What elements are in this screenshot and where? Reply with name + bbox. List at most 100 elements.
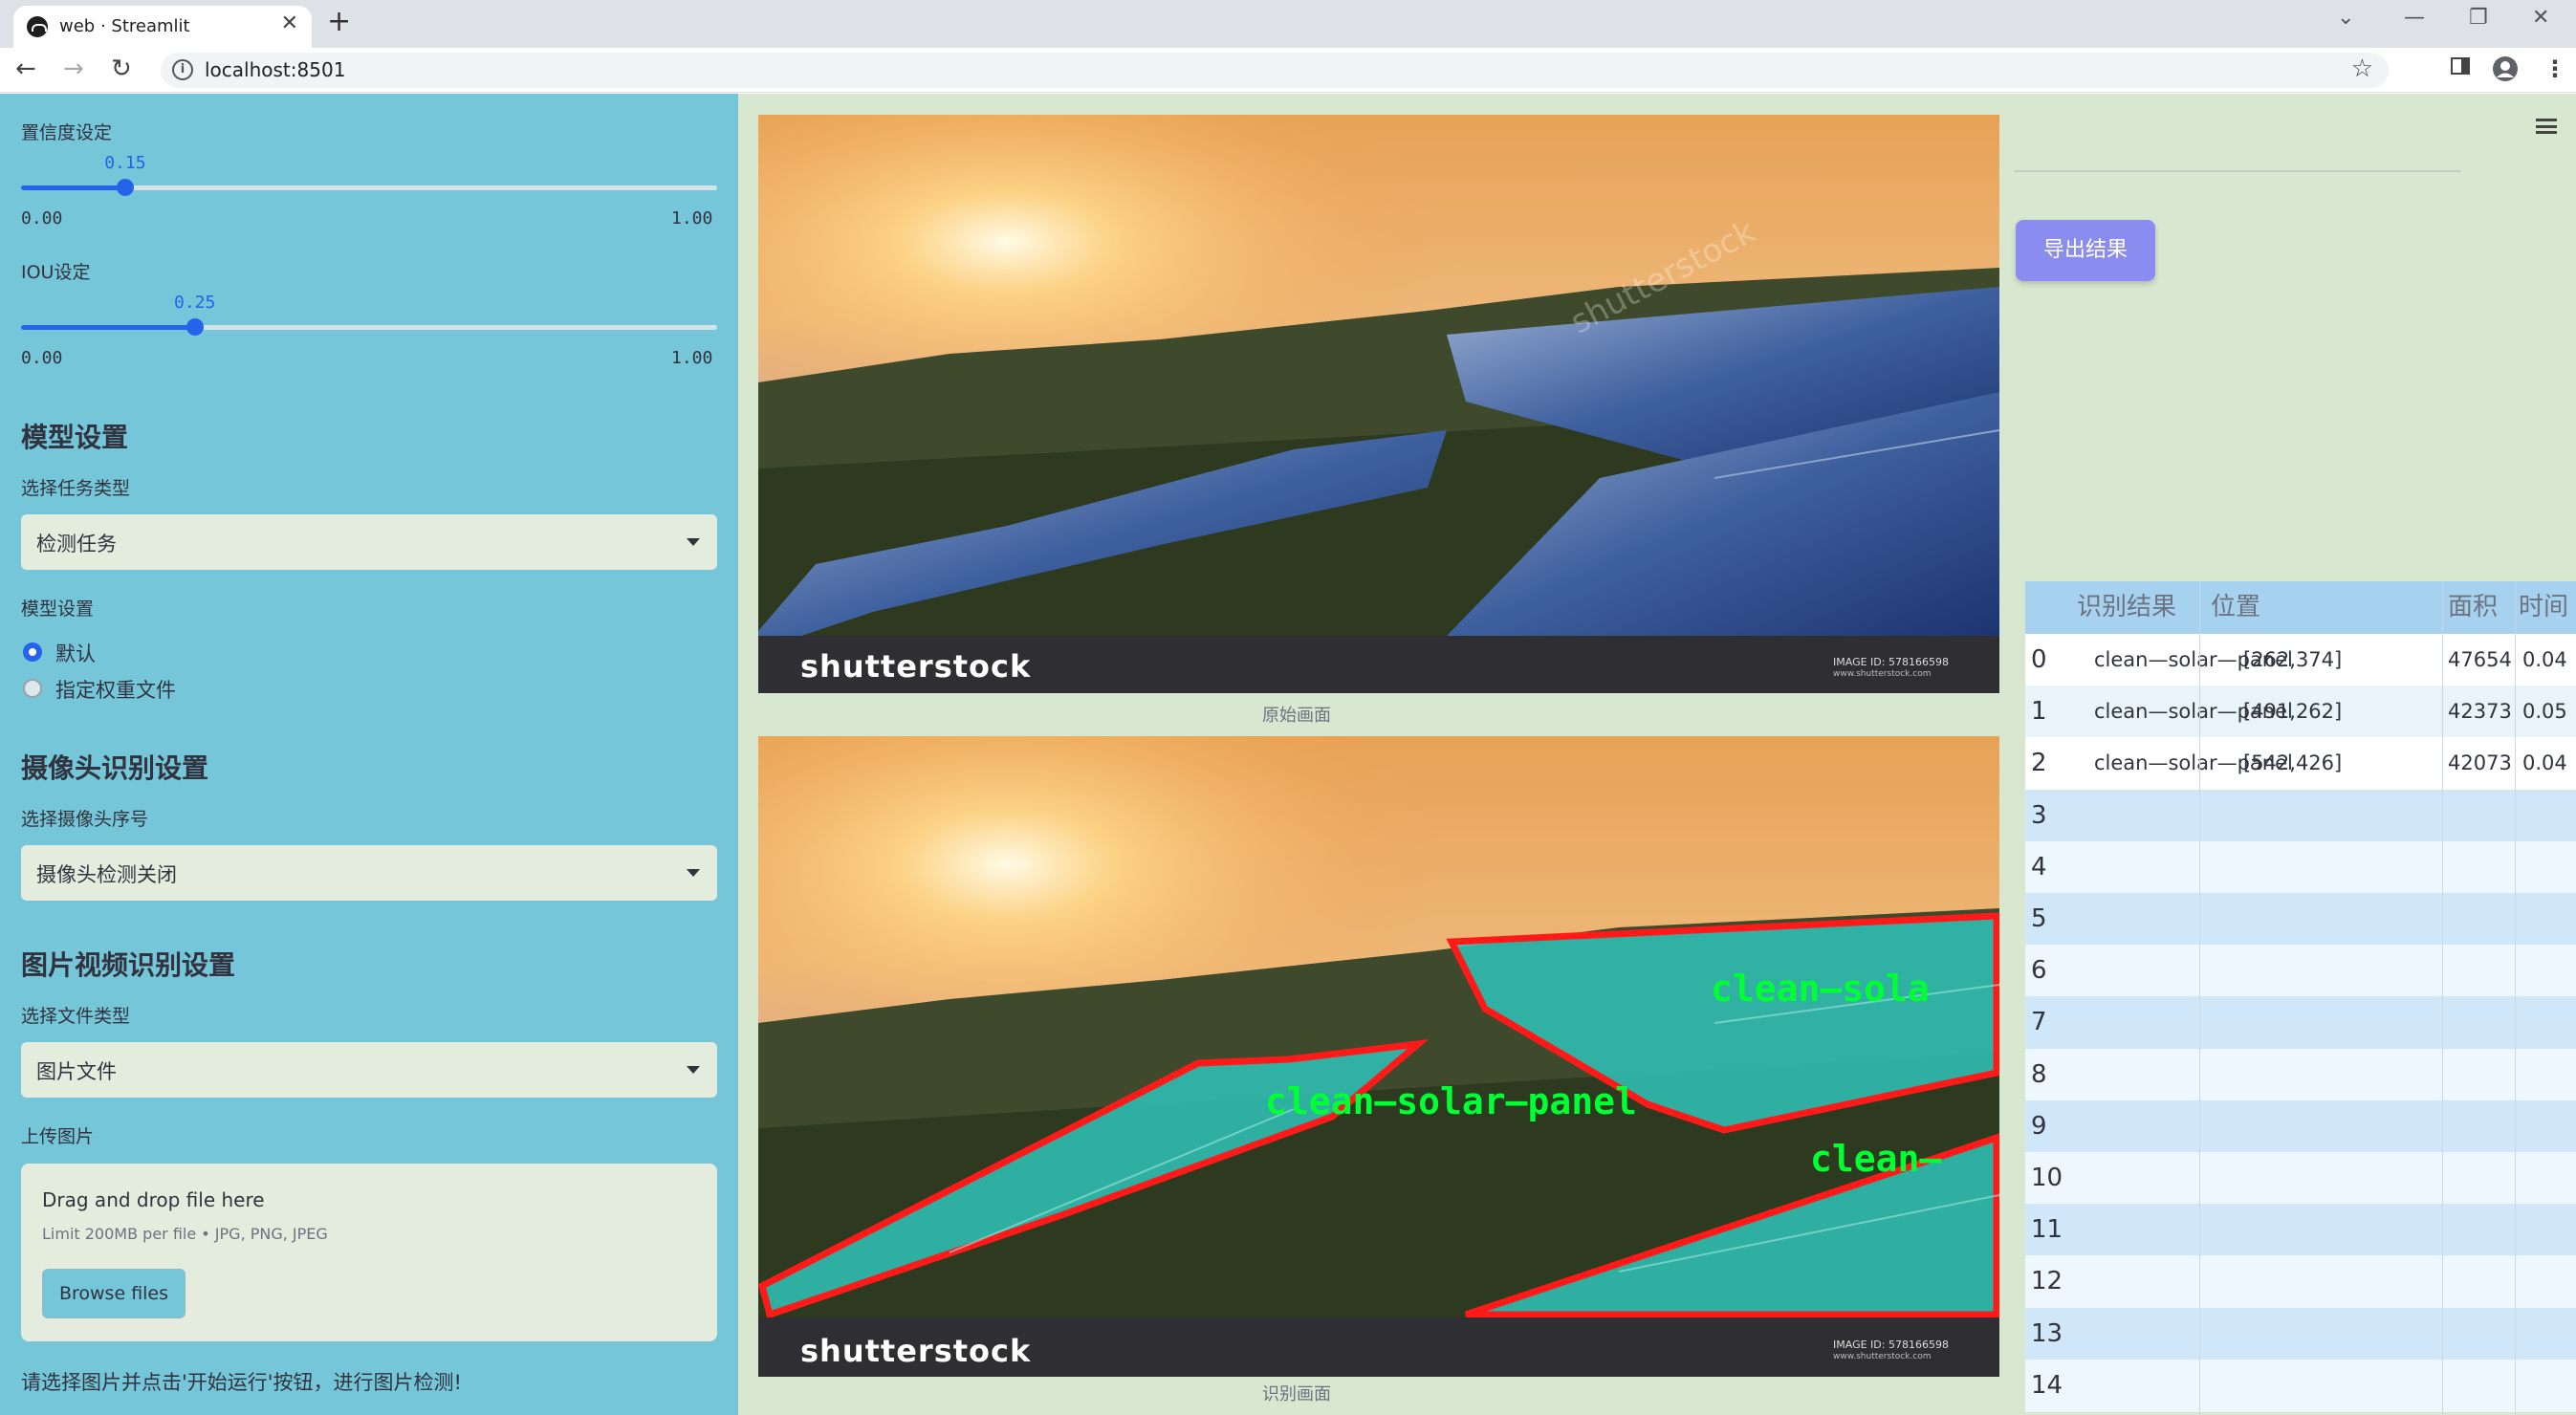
chevron-down-icon (687, 869, 700, 877)
row-index: 10 (2031, 1164, 2063, 1192)
table-row[interactable]: 13 (2025, 1307, 2576, 1361)
camera-index-label: 选择摄像头序号 (21, 809, 149, 830)
close-tab-icon[interactable]: ✕ (281, 13, 298, 34)
col-divider (2199, 581, 2200, 1415)
table-header-row: 识别结果 位置 面积 时间 (2025, 581, 2576, 634)
cell-area: 42373 (2448, 700, 2512, 724)
cell-area: 47654 (2448, 648, 2512, 671)
back-arrow-icon[interactable]: ← (15, 55, 36, 82)
table-row[interactable]: 9 (2025, 1099, 2576, 1153)
url-text[interactable]: localhost:8501 (205, 58, 345, 81)
dropzone-limit: Limit 200MB per file • JPG, PNG, JPEG (42, 1225, 328, 1243)
table-row[interactable]: 3 (2025, 789, 2576, 842)
original-caption: 原始画面 (1262, 706, 1331, 726)
original-image: shutterstock IMAGE ID: 578166598 www.shu… (758, 115, 1999, 693)
table-row[interactable]: 4 (2025, 840, 2576, 894)
image-id-text: IMAGE ID: 578166598 (1833, 656, 1949, 668)
file-type-select[interactable]: 图片文件 (21, 1042, 717, 1098)
radio-default[interactable] (23, 642, 42, 662)
row-index: 2 (2031, 749, 2047, 778)
image-id-text: IMAGE ID: 578166598 (1833, 1339, 1949, 1351)
streamlit-favicon-icon (27, 16, 48, 37)
window-close-button[interactable]: ✕ (2532, 8, 2549, 29)
table-row[interactable]: 8 (2025, 1048, 2576, 1101)
row-index: 14 (2031, 1370, 2063, 1400)
col-divider (2515, 581, 2516, 1415)
brand-site-text: www.shutterstock.com (1833, 1352, 1932, 1361)
media-section-title: 图片视频识别设置 (21, 949, 236, 981)
iou-min: 0.00 (21, 348, 63, 368)
table-row[interactable]: 10 (2025, 1152, 2576, 1205)
cell-time: 0.04 (2522, 648, 2567, 671)
tab-strip: web · Streamlit ✕ + ⌄ — ❐ ✕ (0, 0, 2576, 48)
radio-custom-weights-label[interactable]: 指定权重文件 (55, 675, 176, 704)
minimize-button[interactable]: — (2404, 8, 2425, 29)
iou-handle[interactable] (186, 318, 204, 336)
bookmark-star-icon[interactable]: ☆ (2351, 54, 2373, 83)
header-area[interactable]: 面积 (2448, 581, 2498, 634)
reload-icon[interactable]: ↻ (111, 55, 132, 82)
tab-search-chevron-icon[interactable]: ⌄ (2337, 8, 2354, 29)
row-index: 4 (2031, 852, 2047, 882)
browser-tab[interactable]: web · Streamlit ✕ (13, 6, 312, 48)
app-window: { "browser": { "tab_title": "web · Strea… (0, 0, 2576, 1415)
table-row[interactable]: 7 (2025, 996, 2576, 1050)
iou-fill (21, 325, 195, 330)
url-omnibox[interactable]: i localhost:8501 ☆ (161, 53, 2389, 88)
brand-logo: shutterstock (800, 648, 1032, 685)
brand-logo: shutterstock (800, 1333, 1032, 1369)
instruction-text: 请选择图片并点击'开始运行'按钮，进行图片检测! (21, 1371, 462, 1394)
camera-index-select[interactable]: 摄像头检测关闭 (21, 845, 717, 901)
radio-default-label[interactable]: 默认 (55, 639, 96, 667)
table-row[interactable]: 0 clean—solar—panel [262,374] 47654 0.04 (2025, 634, 2576, 686)
row-index: 8 (2031, 1059, 2047, 1089)
new-tab-button[interactable]: + (327, 8, 351, 36)
file-dropzone[interactable]: Drag and drop file here Limit 200MB per … (21, 1164, 717, 1341)
table-row[interactable]: 5 (2025, 893, 2576, 946)
task-type-label: 选择任务类型 (21, 478, 131, 499)
header-position[interactable]: 位置 (2211, 581, 2260, 634)
detection-label: clean—sola (1711, 968, 1930, 1010)
table-row[interactable]: 11 (2025, 1204, 2576, 1257)
cell-time: 0.05 (2522, 700, 2567, 724)
detection-label: clean—solar—panel (1265, 1080, 1637, 1122)
hamburger-menu-icon[interactable] (2536, 119, 2557, 134)
restore-button[interactable]: ❐ (2469, 8, 2488, 29)
export-results-button[interactable]: 导出结果 (2016, 220, 2155, 281)
table-row[interactable]: 12 (2025, 1255, 2576, 1309)
browser-menu-kebab-icon[interactable]: ⋮ (2543, 55, 2566, 82)
confidence-value: 0.15 (104, 153, 146, 173)
browse-files-button[interactable]: Browse files (42, 1269, 186, 1318)
forward-arrow-icon[interactable]: → (63, 55, 84, 82)
radio-custom-weights[interactable] (23, 679, 42, 698)
address-bar-row: ← → ↻ i localhost:8501 ☆ ⋮ (0, 48, 2576, 93)
site-info-icon[interactable]: i (172, 59, 193, 80)
profile-avatar-icon[interactable] (2492, 55, 2519, 88)
table-row[interactable]: 14 (2025, 1359, 2576, 1412)
header-result[interactable]: 识别结果 (2077, 581, 2176, 634)
row-index: 5 (2031, 904, 2047, 933)
model-section-title: 模型设置 (21, 422, 129, 453)
cell-time: 0.04 (2522, 751, 2567, 775)
iou-value: 0.25 (174, 293, 216, 313)
result-image: shutterstock IMAGE ID: 578166598 www.shu… (758, 736, 1999, 1377)
table-row[interactable]: 6 (2025, 945, 2576, 998)
model-setting-label: 模型设置 (21, 599, 95, 620)
side-panel-icon[interactable] (2450, 55, 2471, 82)
confidence-max: 1.00 (671, 208, 713, 229)
confidence-handle[interactable] (117, 179, 135, 196)
task-type-select[interactable]: 检测任务 (21, 514, 717, 570)
camera-index-value: 摄像头检测关闭 (36, 863, 177, 886)
detection-label: clean— (1810, 1138, 1942, 1180)
table-row[interactable]: 2 clean—solar—panel [542,426] 42073 0.04 (2025, 737, 2576, 791)
row-index: 12 (2031, 1267, 2063, 1296)
results-table[interactable]: 识别结果 位置 面积 时间 0 clean—solar—panel [262,374… (2025, 581, 2576, 1415)
iou-max: 1.00 (671, 348, 713, 368)
task-type-value: 检测任务 (36, 533, 117, 555)
confidence-fill (21, 185, 126, 190)
confidence-min: 0.00 (21, 208, 63, 229)
header-time[interactable]: 时间 (2519, 581, 2568, 634)
divider (2014, 170, 2461, 172)
table-row[interactable]: 1 clean—solar—panel [491,262] 42373 0.05 (2025, 686, 2576, 739)
dropzone-text: Drag and drop file here (42, 1188, 265, 1211)
